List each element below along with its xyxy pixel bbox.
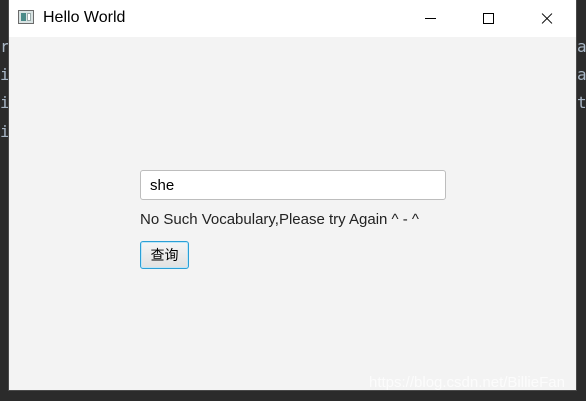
close-button[interactable] — [518, 0, 576, 37]
maximize-button[interactable] — [459, 0, 517, 37]
background-glyph: t — [577, 93, 586, 112]
minimize-icon — [424, 18, 436, 19]
result-message: No Such Vocabulary,Please try Again ^ - … — [140, 211, 419, 228]
background-glyph: a — [577, 65, 586, 84]
watermark: https://blog.csdn.net/BillieFan — [369, 374, 565, 391]
window-title: Hello World — [43, 9, 126, 26]
background-glyph: a — [577, 37, 586, 56]
query-button[interactable]: 查询 — [140, 241, 189, 269]
search-input[interactable] — [140, 170, 446, 200]
minimize-button[interactable] — [401, 0, 459, 37]
app-icon — [18, 10, 34, 24]
app-window: Hello World No Such Vocabulary,Please tr… — [9, 0, 576, 390]
close-icon — [540, 12, 554, 26]
title-bar[interactable]: Hello World — [9, 0, 576, 37]
maximize-icon — [482, 13, 494, 24]
